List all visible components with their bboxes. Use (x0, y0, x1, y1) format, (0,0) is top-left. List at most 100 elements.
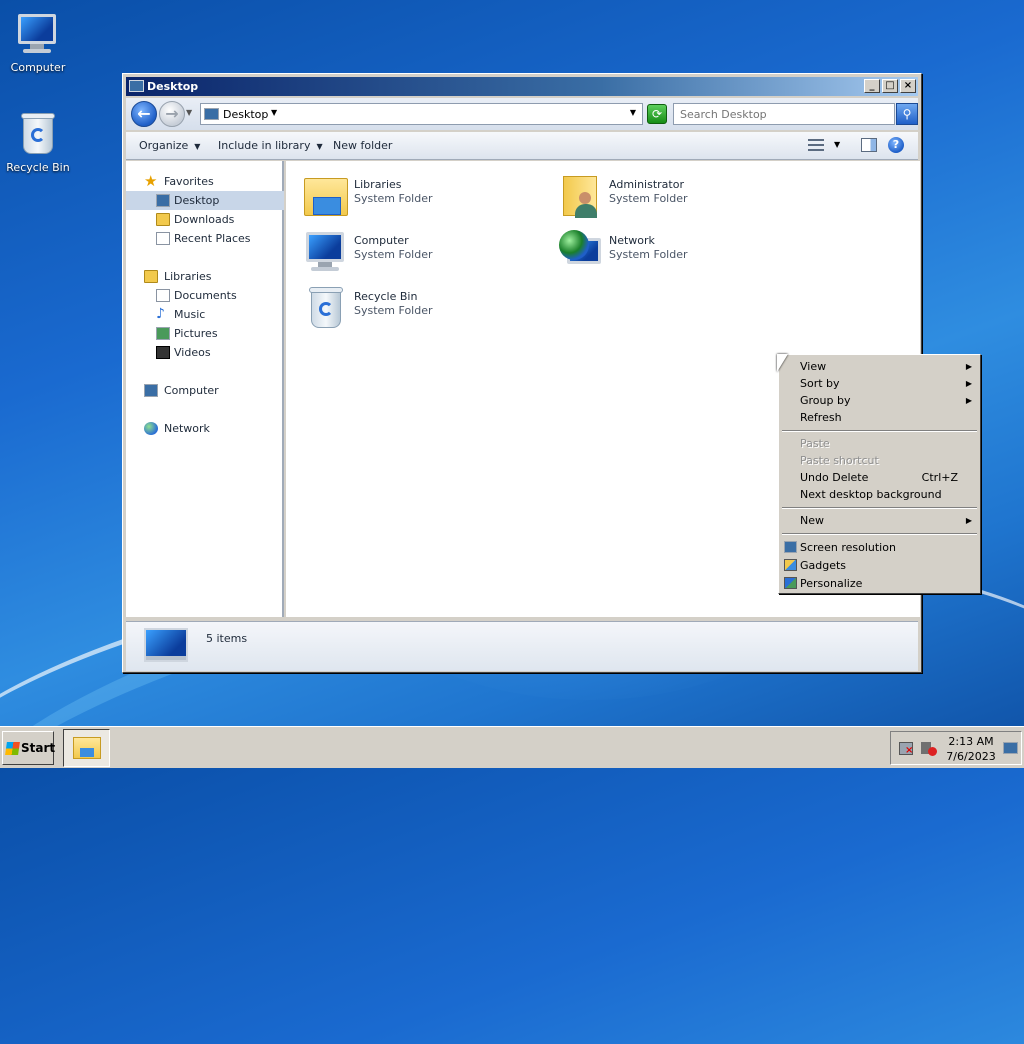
network-disconnected-icon[interactable] (899, 742, 913, 756)
list-item-recycle-bin[interactable]: Recycle Bin System Folder (286, 281, 526, 333)
refresh-button[interactable]: ⟳ (647, 104, 667, 124)
recent-places-icon (156, 232, 170, 245)
nav-item-libraries[interactable]: Libraries (126, 267, 284, 286)
list-item-computer[interactable]: Computer System Folder (286, 225, 526, 277)
nav-item-pictures[interactable]: Pictures (126, 324, 284, 343)
desktop-icon-label: Computer (10, 61, 66, 74)
organize-button[interactable]: Organize ▼ (139, 139, 200, 152)
address-history-dropdown[interactable]: ▼ (630, 108, 636, 117)
new-folder-button[interactable]: New folder (333, 139, 392, 152)
desktop-icon-computer[interactable]: Computer (0, 10, 76, 74)
view-options-dropdown[interactable]: ▼ (834, 140, 840, 149)
volume-muted-icon[interactable] (921, 742, 937, 756)
list-item-libraries[interactable]: Libraries System Folder (286, 169, 526, 221)
title-bar[interactable]: Desktop _ □ × (126, 77, 918, 96)
search-input[interactable] (674, 104, 894, 124)
menu-separator (782, 430, 977, 432)
libraries-icon (302, 172, 350, 220)
nav-item-music[interactable]: ♪ Music (126, 305, 284, 324)
item-name: Libraries (354, 178, 402, 191)
desktop-icon-label: Recycle Bin (6, 161, 70, 174)
list-item-administrator[interactable]: Administrator System Folder (541, 169, 781, 221)
computer-icon (302, 228, 350, 276)
menu-label: Undo Delete (800, 471, 869, 484)
list-item-network[interactable]: Network System Folder (541, 225, 781, 277)
menu-item-group-by[interactable]: Group by ▶ (781, 392, 978, 409)
window-title: Desktop (147, 80, 199, 93)
menu-item-refresh[interactable]: Refresh (781, 409, 978, 426)
search-field[interactable] (673, 103, 895, 125)
clock-date[interactable]: 7/6/2023 (945, 750, 997, 763)
menu-item-undo-delete[interactable]: Undo Delete Ctrl+Z (781, 469, 978, 486)
nav-item-computer[interactable]: Computer (126, 381, 284, 400)
menu-separator (782, 507, 977, 509)
nav-item-network[interactable]: Network (126, 419, 284, 438)
menu-label: Sort by (800, 377, 840, 390)
include-in-library-button[interactable]: Include in library ▼ (218, 139, 323, 152)
nav-item-desktop[interactable]: Desktop (126, 191, 284, 210)
screen-resolution-icon (784, 541, 797, 553)
preview-pane-icon[interactable] (861, 138, 877, 152)
item-name: Administrator (609, 178, 684, 191)
help-icon[interactable]: ? (888, 137, 904, 153)
taskbar-explorer-button[interactable] (63, 729, 110, 767)
menu-item-gadgets[interactable]: Gadgets (781, 557, 978, 574)
maximize-button[interactable]: □ (882, 79, 898, 93)
address-bar: ← → ▼ Desktop ▼ ▼ ⟳ ⚲ (126, 98, 918, 130)
include-in-library-label: Include in library (218, 139, 311, 152)
menu-label: Screen resolution (800, 541, 896, 554)
menu-label: New (800, 514, 824, 527)
nav-item-documents[interactable]: Documents (126, 286, 284, 305)
desktop-thumbnail-icon (144, 628, 188, 662)
back-button[interactable]: ← (131, 101, 157, 127)
desktop-icon-recycle-bin[interactable]: Recycle Bin (0, 110, 76, 174)
menu-label: Group by (800, 394, 851, 407)
nav-item-recent-places[interactable]: Recent Places (126, 229, 284, 248)
nav-label: Recent Places (174, 232, 251, 245)
menu-shortcut: Ctrl+Z (921, 471, 958, 484)
clock-time[interactable]: 2:13 AM (945, 735, 997, 748)
search-icon[interactable]: ⚲ (896, 103, 918, 125)
menu-item-paste: Paste (800, 437, 830, 450)
menu-item-paste-shortcut: Paste shortcut (800, 454, 879, 467)
forward-button[interactable]: → (159, 101, 185, 127)
taskbar: Start 2:13 AM 7/6/2023 (0, 726, 1024, 768)
close-button[interactable]: × (900, 79, 916, 93)
recycle-bin-icon (302, 284, 350, 332)
minimize-button[interactable]: _ (864, 79, 880, 93)
nav-label: Network (164, 422, 210, 435)
change-view-icon[interactable] (808, 138, 826, 152)
pictures-icon (156, 327, 170, 340)
chevron-down-icon[interactable]: ▼ (271, 108, 277, 117)
submenu-arrow-icon: ▶ (965, 379, 972, 388)
network-icon (144, 422, 158, 435)
windows-logo-icon (5, 742, 20, 755)
menu-item-screen-resolution[interactable]: Screen resolution (781, 539, 978, 556)
documents-icon (156, 289, 170, 302)
nav-label: Favorites (164, 175, 214, 188)
nav-item-videos[interactable]: Videos (126, 343, 284, 362)
menu-item-next-desktop-background[interactable]: Next desktop background (781, 486, 978, 503)
show-desktop-icon[interactable] (1003, 742, 1018, 754)
nav-label: Pictures (174, 327, 218, 340)
navigation-pane: ★ Favorites Desktop Downloads Recent Pla… (126, 161, 284, 617)
menu-separator (782, 533, 977, 535)
start-button[interactable]: Start (2, 731, 55, 765)
nav-item-downloads[interactable]: Downloads (126, 210, 284, 229)
item-count: 5 items (206, 632, 248, 645)
context-menu: View ▶ Sort by ▶ Group by ▶ Refresh Paste P… (778, 354, 981, 594)
address-input[interactable]: Desktop ▼ ▼ (200, 103, 643, 125)
menu-item-new[interactable]: New ▶ (781, 512, 978, 529)
computer-icon (144, 384, 158, 397)
menu-item-personalize[interactable]: Personalize (781, 575, 978, 592)
menu-label: Gadgets (800, 559, 847, 572)
recent-pages-dropdown[interactable]: ▼ (186, 108, 192, 117)
videos-icon (156, 346, 170, 359)
menu-item-sort-by[interactable]: Sort by ▶ (781, 375, 978, 392)
libraries-icon (144, 270, 158, 283)
network-icon (557, 228, 605, 276)
item-name: Network (609, 234, 655, 247)
menu-item-view[interactable]: View ▶ (781, 358, 978, 375)
details-pane: 5 items (126, 621, 918, 671)
nav-item-favorites[interactable]: ★ Favorites (126, 172, 284, 191)
